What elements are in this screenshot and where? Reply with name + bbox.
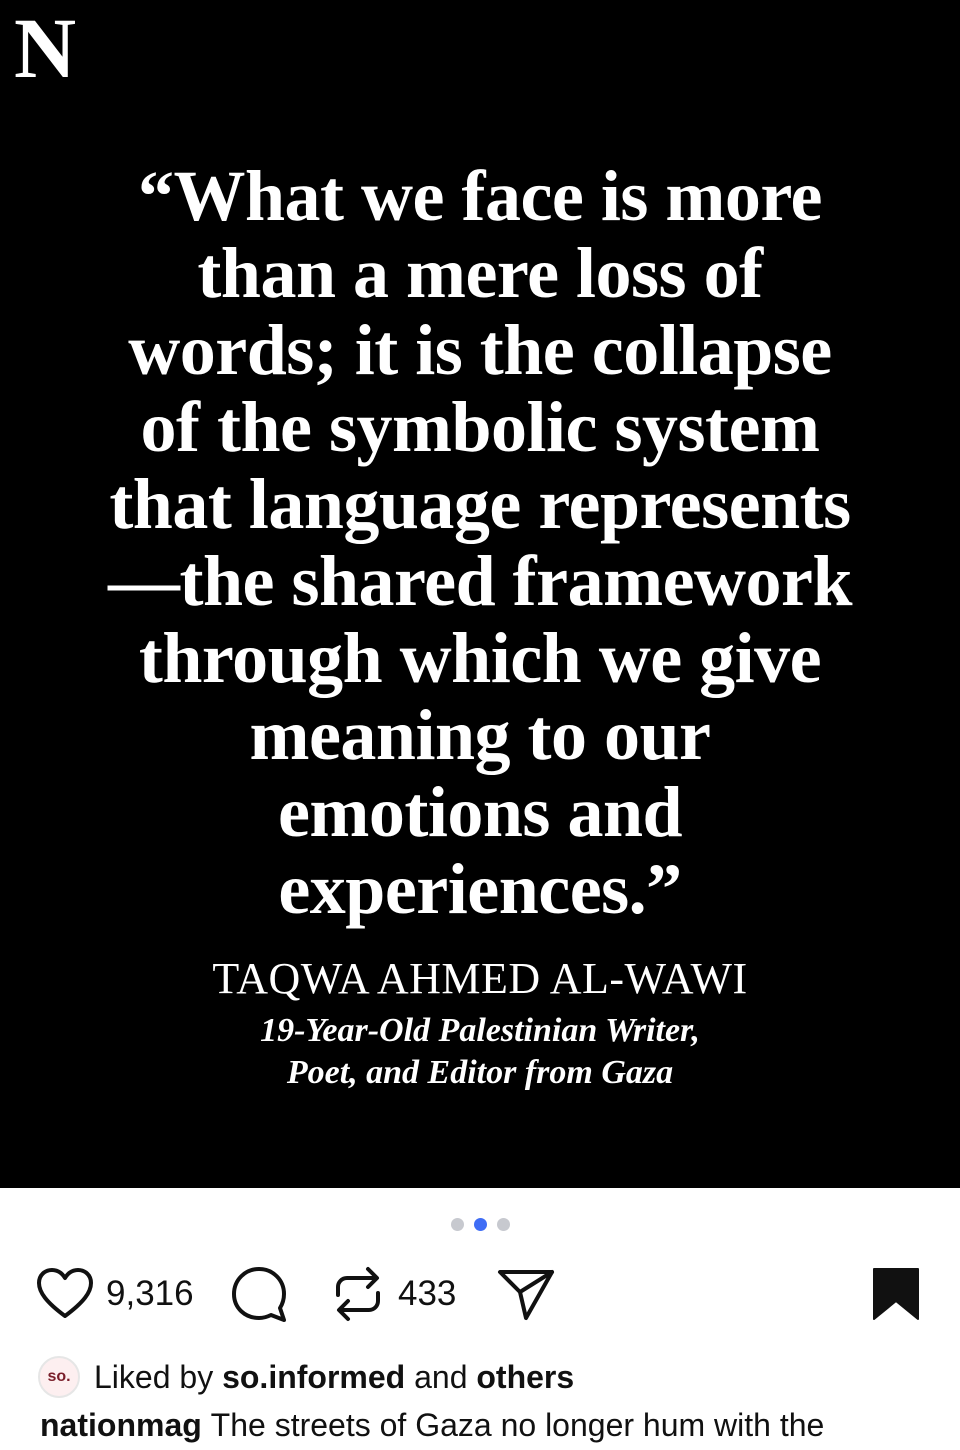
the-nation-logo: N — [14, 0, 77, 96]
author-description-line: 19-Year-Old Palestinian Writer, — [260, 1012, 700, 1049]
avatar[interactable]: so. — [38, 1356, 80, 1398]
comment-icon[interactable] — [230, 1265, 288, 1323]
repost-count[interactable]: 433 — [398, 1274, 456, 1314]
post-image[interactable]: N “What we face is more than a mere loss… — [0, 0, 960, 1188]
quote-line: “What we face is more — [138, 156, 822, 236]
repost-icon[interactable] — [332, 1265, 384, 1323]
author-name: TAQWA AHMED AL-WAWI — [212, 954, 748, 1003]
carousel-indicator — [0, 1218, 960, 1232]
quote-line: emotions and — [277, 772, 683, 852]
quote-text: “What we face is more than a mere loss o… — [40, 158, 920, 928]
liked-by-user-link[interactable]: so.informed — [222, 1359, 405, 1396]
share-icon[interactable] — [496, 1266, 556, 1322]
carousel-dot — [496, 1218, 510, 1231]
heart-icon[interactable] — [36, 1268, 94, 1320]
author-description: 19-Year-Old Palestinian Writer, Poet, an… — [0, 1010, 960, 1094]
like-count[interactable]: 9,316 — [106, 1274, 194, 1314]
repost-action: 433 — [332, 1262, 456, 1326]
quote-line: experiences.” — [278, 849, 682, 929]
author-description-line: Poet, and Editor from Gaza — [286, 1054, 674, 1091]
bookmark-icon[interactable] — [870, 1267, 922, 1321]
quote-line: that language represents — [109, 464, 851, 544]
liked-by-row: so. Liked by so.informed and others — [38, 1354, 574, 1400]
like-action: 9,316 — [36, 1262, 194, 1326]
quote-line: words; it is the collapse — [128, 310, 832, 390]
carousel-dot — [450, 1218, 464, 1231]
liked-by-conjunction: and — [414, 1358, 468, 1395]
bookmark-action — [870, 1262, 922, 1326]
post-caption: nationmag The streets of Gaza no longer … — [40, 1402, 940, 1448]
share-action — [496, 1262, 556, 1326]
quote-line: of the symbolic system — [140, 387, 820, 467]
liked-by-prefix: Liked by — [94, 1358, 214, 1395]
quote-line: meaning to our — [249, 695, 712, 775]
caption-text: The streets of Gaza no longer hum with t… — [210, 1407, 825, 1443]
quote-line: than a mere loss of — [197, 233, 763, 313]
quote-line: through which we give — [138, 618, 822, 698]
quote-line: —the shared framework — [107, 541, 853, 621]
comment-action — [230, 1262, 288, 1326]
liked-by-others-link[interactable]: others — [476, 1359, 574, 1396]
caption-username-link[interactable]: nationmag — [40, 1407, 202, 1443]
carousel-dot-active — [473, 1218, 487, 1231]
action-bar: 9,316 433 — [0, 1262, 960, 1326]
